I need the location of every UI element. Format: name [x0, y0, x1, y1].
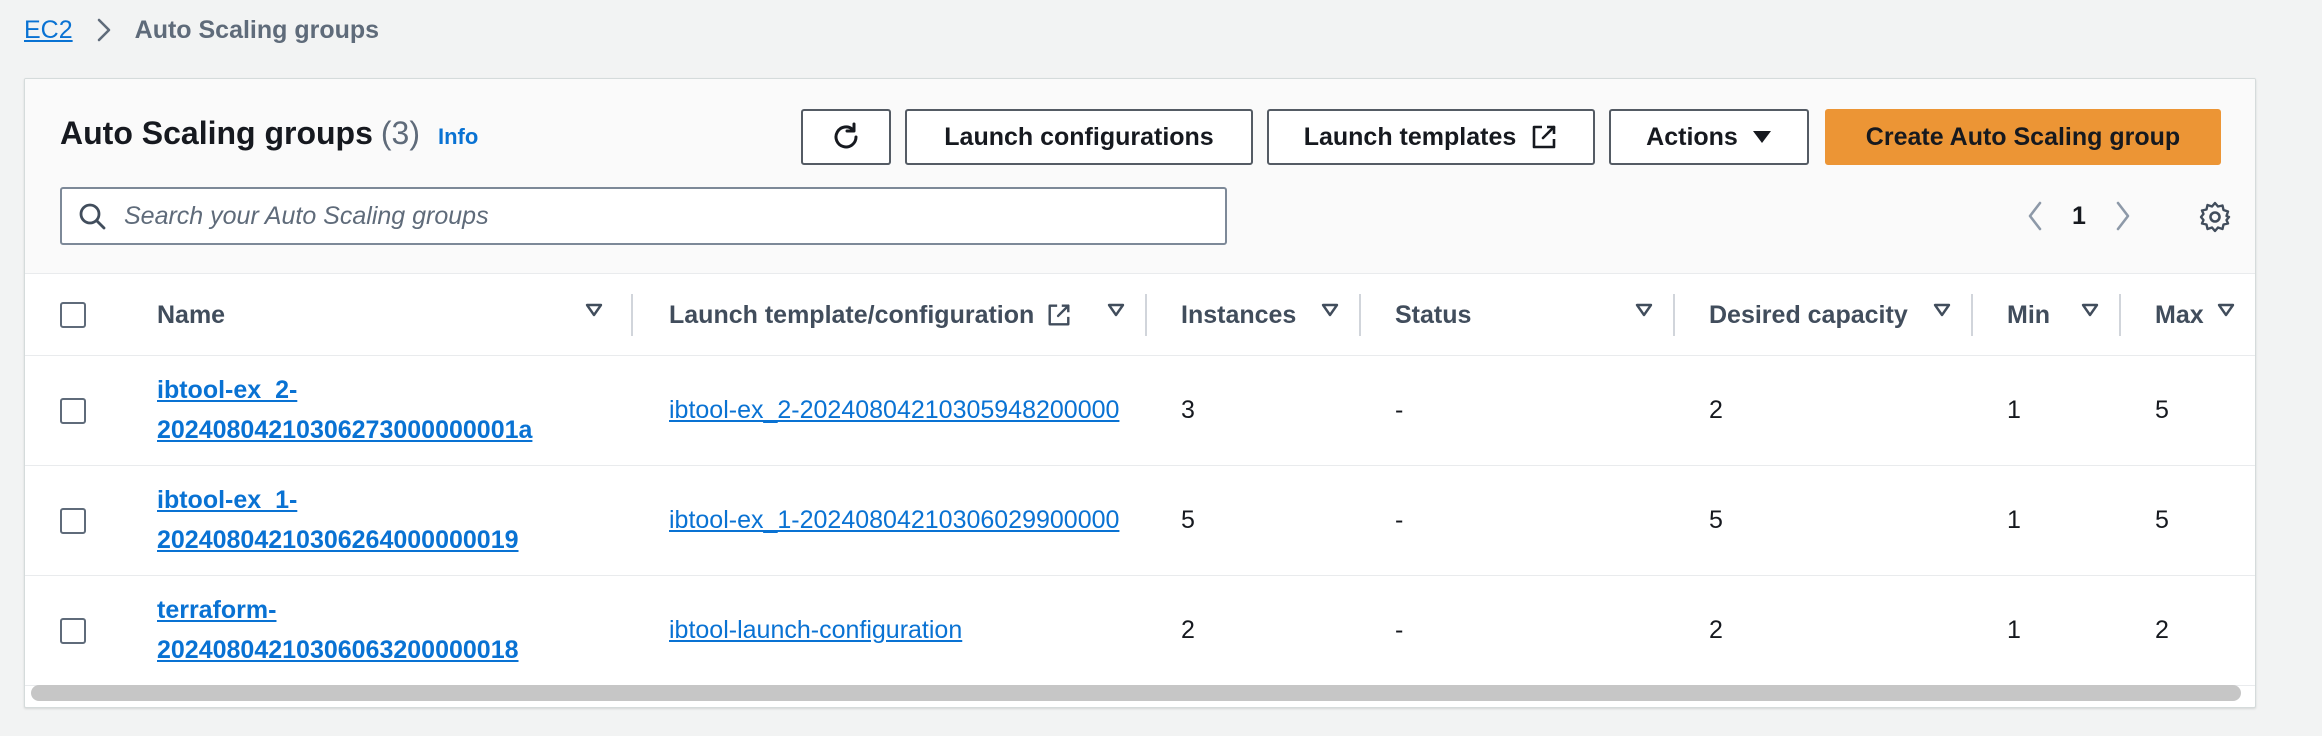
sort-caret-icon[interactable]	[1635, 303, 1653, 322]
desired-capacity-value: 2	[1709, 396, 1723, 424]
caret-down-icon	[1752, 130, 1772, 144]
max-value: 2	[2155, 616, 2169, 644]
min-value: 1	[2007, 506, 2021, 534]
search-box[interactable]	[60, 187, 1227, 245]
previous-page-icon[interactable]	[2015, 196, 2055, 236]
column-header-launch-template[interactable]: Launch template/configuration	[669, 274, 1072, 356]
group-name-line1: ibtool-ex_2-	[157, 376, 298, 404]
breadcrumb-current: Auto Scaling groups	[134, 15, 380, 44]
current-page-number[interactable]: 1	[2055, 202, 2103, 231]
table-header: Name Launch template/configuration Insta…	[25, 274, 2255, 356]
group-name-line1: ibtool-ex_1-	[157, 486, 298, 514]
actions-dropdown[interactable]: Actions	[1609, 109, 1809, 165]
column-divider[interactable]	[1359, 294, 1361, 336]
launch-configurations-button[interactable]: Launch configurations	[905, 109, 1253, 165]
pagination: 1	[2015, 191, 2143, 241]
desired-capacity-value: 5	[1709, 506, 1723, 534]
column-header-max[interactable]: Max	[2155, 274, 2204, 356]
launch-templates-label: Launch templates	[1303, 122, 1517, 151]
instances-value: 2	[1181, 616, 1195, 644]
create-button-label: Create Auto Scaling group	[1865, 122, 2181, 151]
table-row[interactable]: terraform- 20240804210306063200000018 ib…	[25, 576, 2255, 686]
chevron-right-icon	[97, 18, 111, 42]
group-name-link[interactable]: ibtool-ex_1- 20240804210306264000000019	[157, 480, 577, 560]
launch-template-link[interactable]: ibtool-launch-configuration	[669, 616, 1147, 645]
select-all-checkbox[interactable]	[60, 302, 86, 328]
group-count: (3)	[380, 115, 420, 151]
refresh-button[interactable]	[801, 109, 891, 165]
external-link-icon	[1530, 123, 1558, 151]
column-header-max-label: Max	[2155, 300, 2204, 329]
panel-header: Auto Scaling groups (3) Info Launch conf…	[25, 79, 2255, 274]
column-header-name[interactable]: Name	[157, 274, 225, 356]
launch-template-link[interactable]: ibtool-ex_1-20240804210306029900000	[669, 506, 1147, 535]
create-auto-scaling-group-button[interactable]: Create Auto Scaling group	[1825, 109, 2221, 165]
row-checkbox[interactable]	[60, 618, 86, 644]
settings-gear-icon[interactable]	[2193, 195, 2237, 239]
launch-configurations-label: Launch configurations	[944, 122, 1214, 151]
sort-caret-icon[interactable]	[1321, 303, 1339, 322]
next-page-icon[interactable]	[2103, 196, 2143, 236]
column-header-instances[interactable]: Instances	[1181, 274, 1296, 356]
instances-value: 5	[1181, 506, 1195, 534]
column-header-instances-label: Instances	[1181, 300, 1297, 329]
column-header-min-label: Min	[2007, 300, 2051, 329]
group-name-line2: 20240804210306063200000018	[157, 636, 519, 664]
launch-template-link[interactable]: ibtool-ex_2-20240804210305948200000	[669, 396, 1147, 425]
column-divider[interactable]	[2119, 294, 2121, 336]
launch-templates-button[interactable]: Launch templates	[1267, 109, 1595, 165]
breadcrumb: EC2 Auto Scaling groups	[24, 12, 379, 48]
actions-label: Actions	[1646, 122, 1738, 151]
column-divider[interactable]	[1145, 294, 1147, 336]
row-checkbox[interactable]	[60, 508, 86, 534]
sort-caret-icon[interactable]	[2217, 303, 2235, 322]
sort-caret-icon[interactable]	[2081, 303, 2099, 322]
sort-caret-icon[interactable]	[585, 303, 603, 322]
breadcrumb-ec2-link[interactable]: EC2	[24, 16, 73, 45]
row-checkbox[interactable]	[60, 398, 86, 424]
sort-caret-icon[interactable]	[1107, 303, 1125, 322]
column-divider[interactable]	[1971, 294, 1973, 336]
max-value: 5	[2155, 506, 2169, 534]
external-link-icon	[1046, 302, 1072, 328]
column-header-launch-template-label: Launch template/configuration	[669, 300, 1035, 329]
status-value: -	[1395, 616, 1404, 644]
column-header-desired-capacity[interactable]: Desired capacity	[1709, 274, 1908, 356]
group-name-link[interactable]: ibtool-ex_2- 20240804210306273000000001a	[157, 370, 577, 450]
auto-scaling-groups-table: Name Launch template/configuration Insta…	[25, 274, 2255, 686]
instances-value: 3	[1181, 396, 1195, 424]
search-input[interactable]	[122, 191, 1212, 241]
group-name-line2: 20240804210306273000000001a	[157, 416, 533, 444]
table-row[interactable]: ibtool-ex_1- 20240804210306264000000019 …	[25, 466, 2255, 576]
status-value: -	[1395, 506, 1404, 534]
group-name-line1: terraform-	[157, 596, 277, 624]
column-header-status-label: Status	[1395, 300, 1472, 329]
table-row[interactable]: ibtool-ex_2- 20240804210306273000000001a…	[25, 356, 2255, 466]
refresh-icon	[829, 120, 863, 154]
min-value: 1	[2007, 396, 2021, 424]
group-name-line2: 20240804210306264000000019	[157, 526, 519, 554]
column-header-status[interactable]: Status	[1395, 274, 1471, 356]
info-link[interactable]: Info	[438, 124, 478, 150]
column-divider[interactable]	[1673, 294, 1675, 336]
max-value: 5	[2155, 396, 2169, 424]
column-header-name-label: Name	[157, 300, 226, 329]
column-header-desired-capacity-label: Desired capacity	[1709, 300, 1908, 329]
sort-caret-icon[interactable]	[1933, 303, 1951, 322]
status-value: -	[1395, 396, 1404, 424]
min-value: 1	[2007, 616, 2021, 644]
group-name-link[interactable]: terraform- 20240804210306063200000018	[157, 590, 577, 670]
page-title: Auto Scaling groups (3) Info	[60, 115, 478, 152]
title-text: Auto Scaling groups	[60, 115, 373, 151]
desired-capacity-value: 2	[1709, 616, 1723, 644]
auto-scaling-groups-panel: Auto Scaling groups (3) Info Launch conf…	[24, 78, 2256, 708]
column-divider[interactable]	[631, 294, 633, 336]
column-header-min[interactable]: Min	[2007, 274, 2050, 356]
search-icon	[62, 202, 122, 230]
horizontal-scrollbar[interactable]	[31, 685, 2241, 701]
